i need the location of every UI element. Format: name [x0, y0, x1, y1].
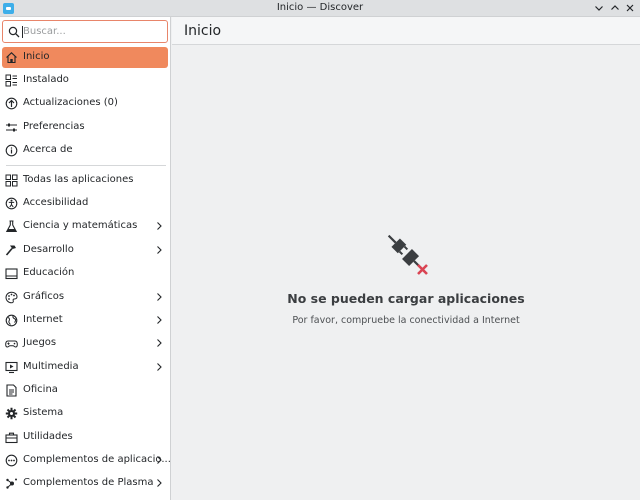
grid-icon: [5, 174, 18, 187]
sidebar-item-instalado[interactable]: Instalado: [2, 70, 168, 91]
close-icon: [626, 4, 634, 12]
sidebar-item-label: Complementos de aplicacio...: [23, 454, 171, 465]
sidebar-item-label: Desarrollo: [23, 244, 74, 255]
sidebar-item-graficos[interactable]: Gráficos: [2, 287, 168, 308]
plasma-icon: [6, 478, 17, 489]
sidebar-item-label: Multimedia: [23, 361, 79, 372]
chevron-right-icon: [157, 363, 162, 371]
sidebar-item-complementos-aplicaciones[interactable]: Complementos de aplicacio...: [2, 450, 171, 471]
sidebar-item-label: Internet: [23, 314, 63, 325]
sidebar-item-label: Juegos: [23, 337, 57, 348]
search-icon: [8, 26, 20, 38]
chevron-right-icon: [157, 222, 162, 230]
globe-icon: [5, 314, 18, 327]
empty-state-subtitle: Por favor, compruebe la conectividad a I…: [292, 315, 520, 326]
sidebar-item-label: Accesibilidad: [23, 197, 89, 208]
sidebar-separator: [6, 165, 166, 166]
home-icon: [6, 52, 17, 64]
office-icon: [6, 384, 17, 397]
sidebar-item-oficina[interactable]: Oficina: [2, 380, 168, 401]
main-content: Inicio No se pueden cargar aplicaciones …: [172, 17, 640, 500]
multimedia-icon: [5, 361, 18, 374]
page-header: Inicio: [172, 17, 640, 45]
flask-icon: [5, 220, 18, 233]
chevron-right-icon: [157, 456, 162, 464]
education-icon: [5, 268, 18, 280]
sidebar-item-label: Gráficos: [23, 291, 65, 302]
search-box[interactable]: [2, 20, 168, 43]
chevron-right-icon: [157, 246, 162, 254]
preferences-icon: [6, 123, 17, 132]
sidebar-item-label: Instalado: [23, 74, 69, 85]
sidebar-item-ciencia[interactable]: Ciencia y matemáticas: [2, 216, 168, 237]
sidebar-item-actualizaciones[interactable]: Actualizaciones (0): [2, 93, 168, 114]
hammer-icon: [5, 245, 16, 256]
sidebar-item-label: Todas las aplicaciones: [23, 174, 134, 185]
sidebar-item-sistema[interactable]: Sistema: [2, 403, 168, 424]
sidebar-item-multimedia[interactable]: Multimedia: [2, 357, 168, 378]
sidebar-item-accesibilidad[interactable]: Accesibilidad: [2, 193, 168, 214]
installed-icon: [5, 74, 17, 87]
sidebar-item-juegos[interactable]: Juegos: [2, 333, 168, 354]
chevron-up-icon: [611, 5, 619, 10]
sidebar-item-label: Educación: [23, 267, 75, 278]
sidebar-item-label: Oficina: [23, 384, 58, 395]
sidebar-item-utilidades[interactable]: Utilidades: [2, 427, 168, 448]
sidebar-item-label: Actualizaciones (0): [23, 97, 118, 108]
sidebar-item-acerca-de[interactable]: Acerca de: [2, 140, 168, 161]
sidebar-item-inicio[interactable]: Inicio: [2, 47, 168, 68]
empty-state-title: No se pueden cargar aplicaciones: [287, 291, 525, 306]
accessibility-icon: [5, 197, 18, 210]
sidebar-item-label: Sistema: [23, 407, 64, 418]
gear-icon: [5, 407, 18, 420]
disconnected-plug-icon: [387, 234, 428, 275]
sidebar-item-todas[interactable]: Todas las aplicaciones: [2, 170, 168, 191]
chevron-right-icon: [157, 293, 162, 301]
updates-icon: [5, 97, 18, 110]
sidebar-item-internet[interactable]: Internet: [2, 310, 168, 331]
window-titlebar[interactable]: Inicio — Discover: [0, 0, 640, 17]
ellipsis-icon: [5, 454, 18, 467]
sidebar-item-preferencias[interactable]: Preferencias: [2, 117, 168, 138]
sidebar-item-desarrollo[interactable]: Desarrollo: [2, 240, 168, 261]
sidebar-item-label: Preferencias: [23, 121, 85, 132]
sidebar-item-label: Complementos de Plasma: [23, 477, 154, 488]
sidebar: Inicio Instalado Actualizaciones (0) Pre…: [0, 17, 171, 500]
search-input[interactable]: [23, 24, 163, 39]
graphics-icon: [5, 291, 18, 304]
gamepad-icon: [5, 340, 18, 348]
page-title: Inicio: [184, 23, 222, 39]
info-icon: [5, 144, 18, 157]
sidebar-item-label: Acerca de: [23, 144, 73, 155]
maximize-button[interactable]: [608, 1, 622, 15]
chevron-down-icon: [595, 6, 603, 11]
chevron-right-icon: [157, 316, 162, 324]
chevron-right-icon: [157, 339, 162, 347]
sidebar-item-label: Ciencia y matemáticas: [23, 220, 138, 231]
sidebar-item-educacion[interactable]: Educación: [2, 263, 168, 284]
chevron-right-icon: [157, 479, 162, 487]
sidebar-item-label: Utilidades: [23, 431, 73, 442]
toolbox-icon: [5, 432, 18, 444]
sidebar-item-complementos-plasma[interactable]: Complementos de Plasma: [2, 473, 168, 494]
close-button[interactable]: [623, 1, 637, 15]
window-title: Inicio — Discover: [276, 2, 364, 13]
minimize-button[interactable]: [592, 1, 606, 15]
sidebar-item-label: Inicio: [23, 51, 50, 62]
